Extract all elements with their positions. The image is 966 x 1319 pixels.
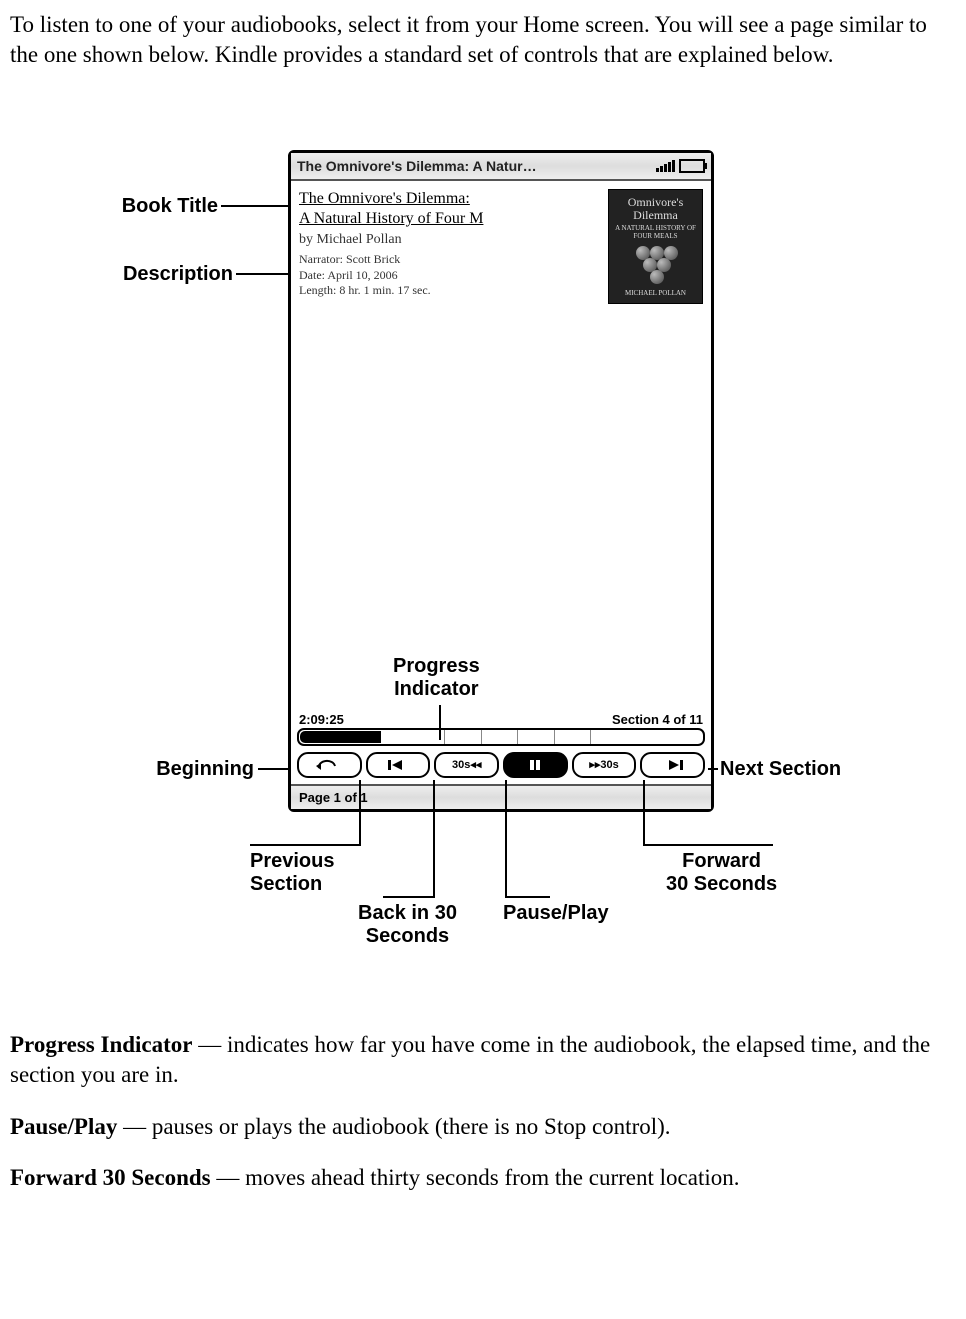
next-section-button[interactable] — [640, 752, 705, 778]
label-progress-indicator: Progress Indicator — [393, 655, 480, 701]
beginning-button[interactable] — [297, 752, 362, 778]
author-line: by Michael Pollan — [299, 231, 600, 249]
status-title: The Omnivore's Dilemma: A Natur… — [297, 158, 656, 174]
label-book-title: Book Title — [108, 195, 218, 218]
intro-paragraph: To listen to one of your audiobooks, sel… — [10, 10, 956, 70]
label-previous-section: Previous Section — [250, 850, 334, 896]
page-indicator: Page 1 of 1 — [291, 784, 711, 809]
narrator-line: Narrator: Scott Brick — [299, 252, 600, 268]
content-area: The Omnivore's Dilemma: A Natural Histor… — [291, 181, 711, 312]
definitions-section: Progress Indicator — indicates how far y… — [10, 1030, 956, 1194]
signal-icon — [656, 160, 675, 172]
progress-bar[interactable] — [297, 728, 705, 746]
date-line: Date: April 10, 2006 — [299, 268, 600, 284]
forward-30-button[interactable]: ▸▸30s — [572, 752, 637, 778]
book-title-line2: A Natural History of Four M — [299, 209, 600, 229]
back-30-button[interactable]: 30s◂◂ — [434, 752, 499, 778]
length-line: Length: 8 hr. 1 min. 17 sec. — [299, 283, 600, 299]
section-indicator: Section 4 of 11 — [612, 712, 703, 727]
label-forward-30: Forward 30 Seconds — [666, 850, 777, 896]
def-fwd-body: — moves ahead thirty seconds from the cu… — [211, 1165, 740, 1190]
label-back-30: Back in 30 Seconds — [358, 902, 457, 948]
def-pause-body: — pauses or plays the audiobook (there i… — [117, 1114, 670, 1139]
def-progress-title: Progress Indicator — [10, 1032, 193, 1057]
label-next-section: Next Section — [720, 758, 841, 781]
pause-play-button[interactable] — [503, 752, 568, 778]
player-controls: 2:09:25 Section 4 of 11 30s◂◂ — [291, 712, 711, 809]
def-fwd-title: Forward 30 Seconds — [10, 1165, 211, 1190]
previous-section-button[interactable] — [366, 752, 431, 778]
label-description: Description — [108, 263, 233, 286]
elapsed-time: 2:09:25 — [299, 712, 344, 727]
cover-art: Omnivore's Dilemma A NATURAL HISTORY OF … — [608, 189, 703, 304]
battery-icon — [679, 159, 705, 173]
status-bar: The Omnivore's Dilemma: A Natur… — [291, 153, 711, 181]
label-beginning: Beginning — [144, 758, 254, 781]
kindle-screen: The Omnivore's Dilemma: A Natur… The Omn… — [288, 150, 714, 812]
label-pause-play: Pause/Play — [503, 902, 609, 925]
def-pause-title: Pause/Play — [10, 1114, 117, 1139]
book-title-line1: The Omnivore's Dilemma: — [299, 189, 600, 209]
audiobook-diagram: The Omnivore's Dilemma: A Natur… The Omn… — [108, 150, 858, 970]
